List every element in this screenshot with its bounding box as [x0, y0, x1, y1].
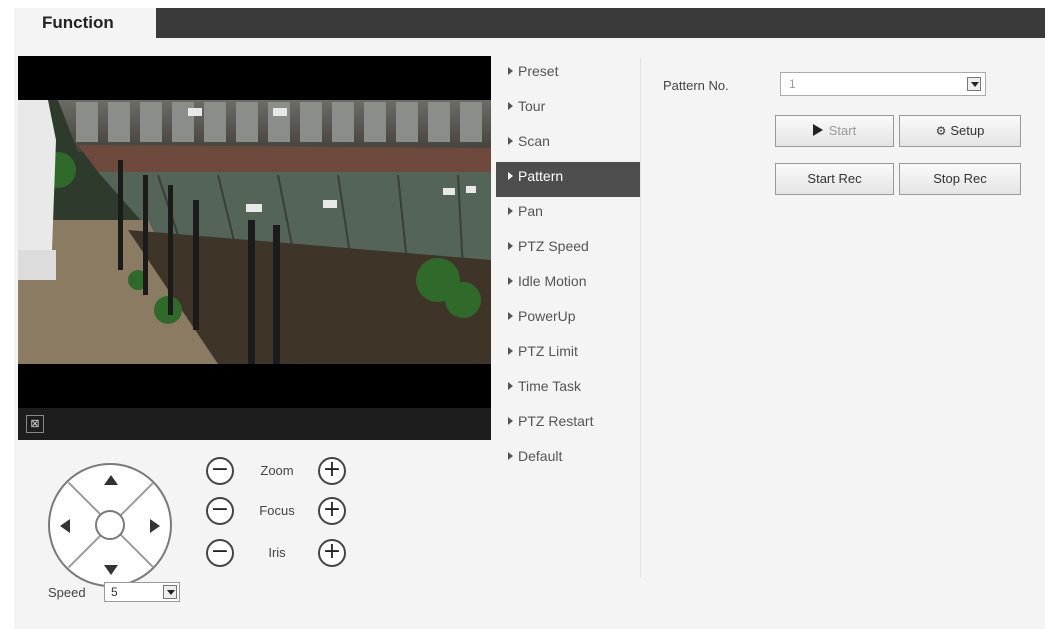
focus-far-button[interactable]: + — [318, 497, 346, 525]
menu-item-pan[interactable]: Pan — [496, 197, 640, 232]
menu-item-label: Scan — [518, 133, 550, 149]
start-button[interactable]: Start — [775, 115, 894, 147]
menu-item-ptz-speed[interactable]: PTZ Speed — [496, 232, 640, 267]
gear-icon: ⚙ — [935, 124, 947, 138]
start-rec-button[interactable]: Start Rec — [775, 163, 894, 195]
caret-right-icon — [508, 242, 513, 250]
menu-item-ptz-limit[interactable]: PTZ Limit — [496, 337, 640, 372]
menu-item-label: Pattern — [518, 168, 564, 184]
pan-down-arrow-icon[interactable] — [104, 565, 118, 575]
speed-select[interactable]: 5 — [104, 582, 180, 602]
caret-right-icon — [508, 382, 513, 390]
speed-label: Speed — [48, 585, 86, 600]
live-video: ⊠ — [18, 56, 491, 440]
caret-right-icon — [508, 172, 513, 180]
caret-right-icon — [508, 312, 513, 320]
menu-item-label: PTZ Speed — [518, 238, 589, 254]
caret-right-icon — [508, 102, 513, 110]
menu-item-label: PowerUp — [518, 308, 576, 324]
zoom-in-button[interactable]: + — [318, 457, 346, 485]
tab-function[interactable]: Function — [14, 8, 156, 42]
pan-right-arrow-icon[interactable] — [150, 519, 160, 533]
caret-right-icon — [508, 277, 513, 285]
focus-control: − Focus + — [206, 497, 352, 527]
iris-close-button[interactable]: − — [206, 539, 234, 567]
camera-image — [18, 100, 491, 364]
ptz-joystick[interactable] — [48, 463, 172, 587]
pan-left-arrow-icon[interactable] — [60, 519, 70, 533]
menu-item-tour[interactable]: Tour — [496, 92, 640, 127]
setup-button[interactable]: ⚙ Setup — [899, 115, 1021, 147]
menu-item-preset[interactable]: Preset — [496, 57, 640, 92]
play-icon — [812, 124, 823, 136]
ptz-function-menu: Preset Tour Scan Pattern Pan PTZ Speed Idle Mo… — [496, 57, 640, 477]
menu-item-idle-motion[interactable]: Idle Motion — [496, 267, 640, 302]
menu-item-label: Default — [518, 448, 563, 464]
video-toolbar: ⊠ — [18, 408, 491, 440]
menu-item-label: Pan — [518, 203, 543, 219]
pattern-no-label: Pattern No. — [663, 78, 729, 93]
caret-right-icon — [508, 452, 513, 460]
caret-right-icon — [508, 347, 513, 355]
focus-label: Focus — [259, 503, 295, 518]
joystick-center-button[interactable] — [95, 510, 125, 540]
menu-item-label: Idle Motion — [518, 273, 587, 289]
iris-control: − Iris + — [206, 539, 352, 569]
chevron-down-icon[interactable] — [163, 585, 177, 599]
menu-item-powerup[interactable]: PowerUp — [496, 302, 640, 337]
menu-item-label: Preset — [518, 63, 559, 79]
iris-label: Iris — [268, 545, 286, 560]
menu-item-label: PTZ Restart — [518, 413, 594, 429]
pan-up-arrow-icon[interactable] — [104, 475, 118, 485]
menu-item-default[interactable]: Default — [496, 442, 640, 477]
setup-label: Setup — [950, 123, 985, 138]
menu-item-scan[interactable]: Scan — [496, 127, 640, 162]
top-bar — [14, 8, 1045, 38]
chevron-down-icon[interactable] — [967, 77, 981, 91]
caret-right-icon — [508, 137, 513, 145]
caret-right-icon — [508, 417, 513, 425]
iris-open-button[interactable]: + — [318, 539, 346, 567]
menu-item-pattern[interactable]: Pattern — [496, 162, 640, 197]
fullscreen-icon[interactable]: ⊠ — [26, 415, 44, 433]
menu-item-time-task[interactable]: Time Task — [496, 372, 640, 407]
divider — [640, 57, 641, 577]
speed-value: 5 — [111, 585, 118, 599]
pattern-no-value: 1 — [789, 77, 796, 91]
menu-item-label: Time Task — [518, 378, 582, 394]
zoom-label: Zoom — [260, 463, 294, 478]
start-label: Start — [828, 123, 857, 138]
menu-item-label: PTZ Limit — [518, 343, 578, 359]
caret-right-icon — [508, 67, 513, 75]
menu-item-ptz-restart[interactable]: PTZ Restart — [496, 407, 640, 442]
pattern-no-select[interactable]: 1 — [780, 72, 986, 96]
menu-item-label: Tour — [518, 98, 546, 114]
stop-rec-button[interactable]: Stop Rec — [899, 163, 1021, 195]
zoom-control: − Zoom + — [206, 457, 352, 487]
zoom-out-button[interactable]: − — [206, 457, 234, 485]
focus-near-button[interactable]: − — [206, 497, 234, 525]
caret-right-icon — [508, 207, 513, 215]
